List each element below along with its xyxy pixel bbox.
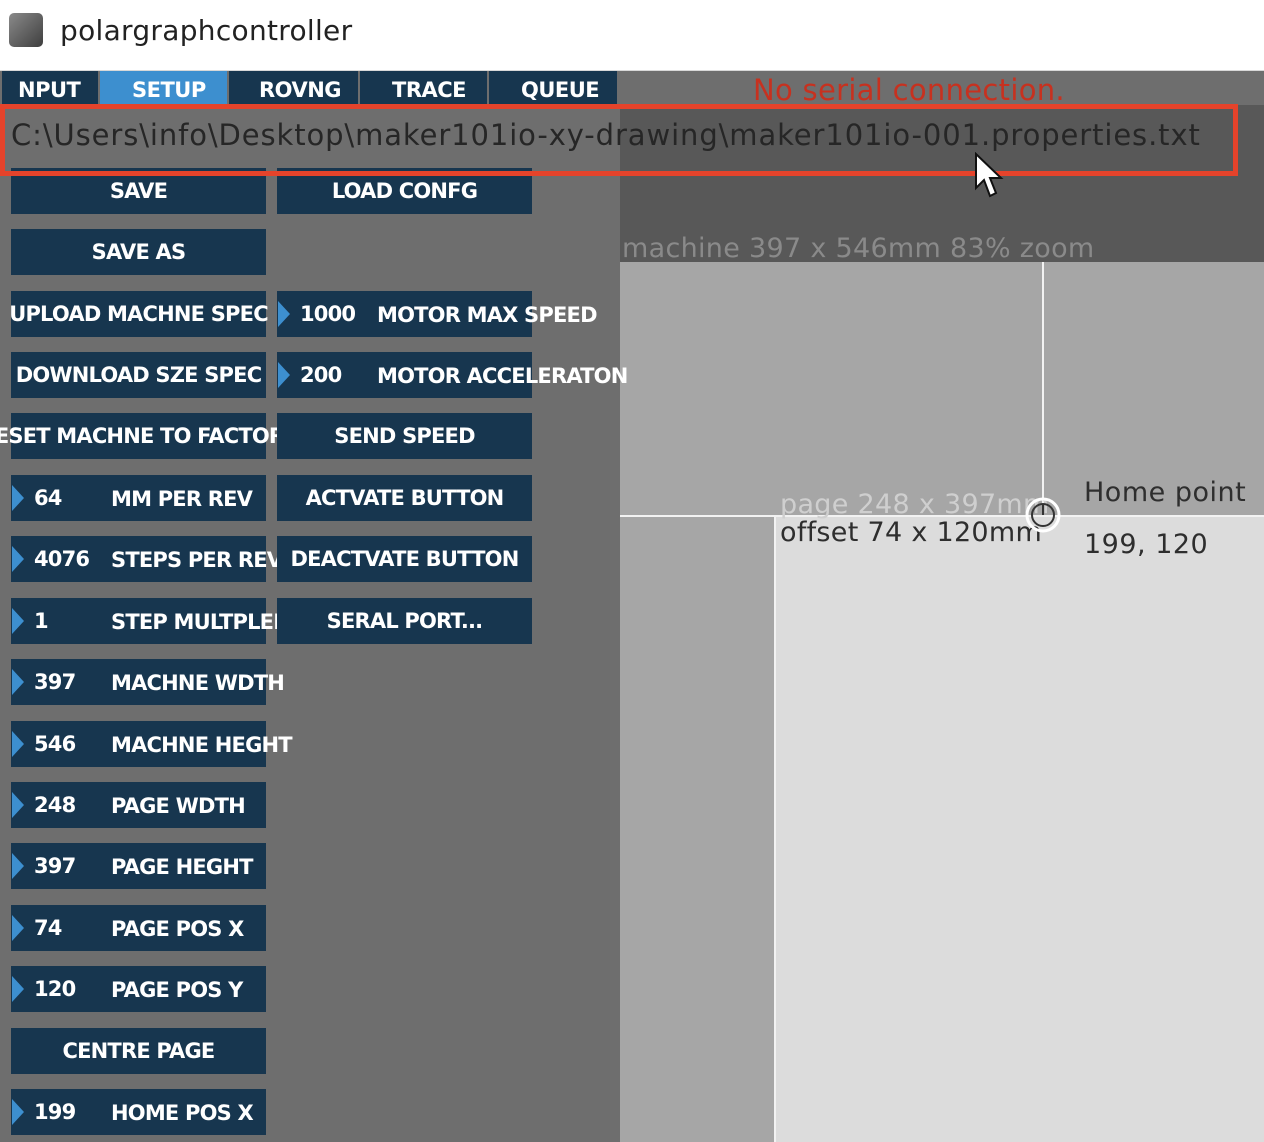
chevron-right-icon [12,853,24,879]
tab-trace[interactable]: TRACE [360,71,487,105]
steps-per-rev-value: 4076 [34,547,90,571]
home-vertical-line [1042,262,1044,516]
serial-port-button[interactable]: SERAL PORT... [277,598,532,644]
page-left-edge [774,517,776,1142]
offset-label: offset 74 x 120mm [780,517,1043,548]
page-pos-x-control[interactable]: 74 PAGE POS X [11,905,266,951]
tab-roving[interactable]: ROVNG [229,71,358,105]
page-height-label: PAGE HEGHT [111,855,253,879]
machine-label: machine 397 x 546mm 83% zoom [622,233,1095,264]
save-as-button[interactable]: SAVE AS [11,229,266,275]
mouse-cursor-icon [975,152,1004,198]
deactivate-button[interactable]: DEACTVATE BUTTON [277,536,532,582]
chevron-right-icon [12,976,24,1002]
page-width-control[interactable]: 248 PAGE WDTH [11,782,266,828]
page-pos-y-control[interactable]: 120 PAGE POS Y [11,966,266,1012]
mm-per-rev-label: MM PER REV [111,487,253,511]
centre-page-button[interactable]: CENTRE PAGE [11,1028,266,1074]
reset-machine-button[interactable]: RESET MACHNE TO FACTORY [0,413,298,459]
machine-width-control[interactable]: 397 MACHNE WDTH [11,659,285,705]
tab-setup[interactable]: SETUP [100,71,227,105]
step-multiplier-label: STEP MULTPLER [111,610,289,634]
chevron-right-icon [12,669,24,695]
home-point-coords: 199, 120 [1084,529,1209,560]
home-pos-x-control[interactable]: 199 HOME POS X [11,1089,266,1135]
mm-per-rev-value: 64 [34,486,62,510]
motor-max-speed-control[interactable]: 1000 MOTOR MAX SPEED [277,291,598,337]
motor-acceleration-value: 200 [300,363,342,387]
tab-input[interactable]: NPUT [2,71,98,105]
app-icon [9,13,43,47]
home-pos-x-label: HOME POS X [111,1101,254,1125]
machine-height-control[interactable]: 546 MACHNE HEGHT [11,721,293,767]
chevron-right-icon [12,485,24,511]
page-height-value: 397 [34,854,76,878]
step-multiplier-control[interactable]: 1 STEP MULTPLER [11,598,289,644]
chevron-right-icon [278,362,290,388]
page-pos-y-value: 120 [34,977,76,1001]
chevron-right-icon [12,608,24,634]
home-pos-x-value: 199 [34,1100,76,1124]
upload-machine-spec-button[interactable]: UPLOAD MACHNE SPEC [9,291,269,337]
title-bar: polargraphcontroller [0,0,1264,71]
page-pos-y-label: PAGE POS Y [111,978,243,1002]
activate-button[interactable]: ACTVATE BUTTON [277,475,532,521]
step-multiplier-value: 1 [34,609,49,633]
page-height-control[interactable]: 397 PAGE HEGHT [11,843,266,889]
tab-queue[interactable]: QUEUE [489,71,617,105]
home-point-label: Home point [1084,477,1247,508]
app-content: machine 397 x 546mm 83% zoom page 248 x … [0,71,1264,1142]
steps-per-rev-label: STEPS PER REV [111,548,283,572]
download-size-spec-button[interactable]: DOWNLOAD SZE SPEC [11,352,266,398]
page-width-value: 248 [34,793,76,817]
chevron-right-icon [12,915,24,941]
machine-height-value: 546 [34,732,76,756]
chevron-right-icon [12,1099,24,1125]
mm-per-rev-control[interactable]: 64 MM PER REV [11,475,266,521]
page-area[interactable] [776,517,1264,1142]
chevron-right-icon [12,546,24,572]
motor-acceleration-control[interactable]: 200 MOTOR ACCELERATON [277,352,628,398]
page-width-label: PAGE WDTH [111,794,246,818]
send-speed-button[interactable]: SEND SPEED [277,413,532,459]
motor-acceleration-label: MOTOR ACCELERATON [377,364,628,388]
page-pos-x-label: PAGE POS X [111,917,244,941]
serial-status: No serial connection. [753,73,1065,107]
motor-max-speed-label: MOTOR MAX SPEED [377,303,598,327]
window-title: polargraphcontroller [60,14,353,47]
chevron-right-icon [12,731,24,757]
home-point-icon[interactable] [1024,496,1062,534]
page-label: page 248 x 397mm [780,489,1050,520]
steps-per-rev-control[interactable]: 4076 STEPS PER REV [11,536,283,582]
machine-width-value: 397 [34,670,76,694]
machine-width-label: MACHNE WDTH [111,671,285,695]
chevron-right-icon [278,301,290,327]
motor-max-speed-value: 1000 [300,302,356,326]
page-pos-x-value: 74 [34,916,62,940]
chevron-right-icon [12,792,24,818]
highlight-box [0,104,1238,176]
machine-height-label: MACHNE HEGHT [111,733,293,757]
